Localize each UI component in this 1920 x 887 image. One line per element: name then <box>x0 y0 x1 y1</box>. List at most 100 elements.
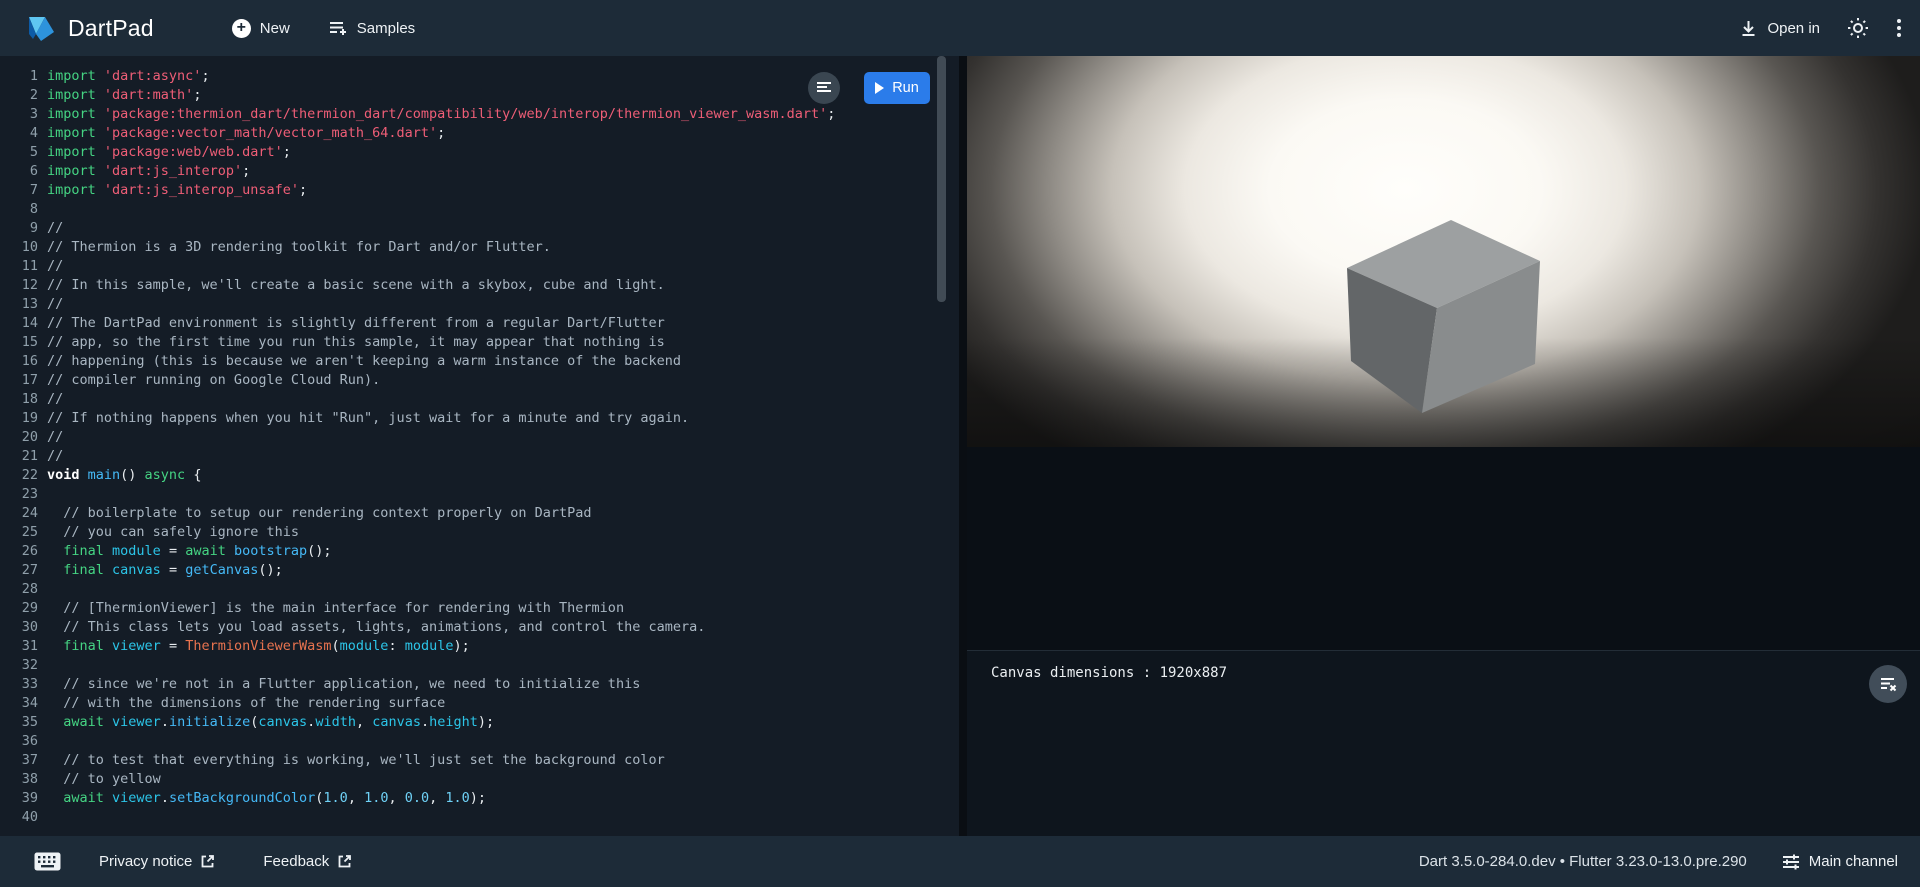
line-number: 15 <box>0 333 38 352</box>
code-editor-panel[interactable]: 1import 'dart:async';2import 'dart:math'… <box>0 56 959 836</box>
code-line-content <box>38 200 47 219</box>
line-number: 4 <box>0 124 38 143</box>
code-line: 28 <box>0 580 959 599</box>
code-line-content: // happening (this is because we aren't … <box>38 352 681 371</box>
code-line-content: // This class lets you load assets, ligh… <box>38 618 705 637</box>
code-line-content: // [ThermionViewer] is the main interfac… <box>38 599 624 618</box>
external-link-icon <box>337 854 352 869</box>
privacy-notice-label: Privacy notice <box>99 853 192 870</box>
line-number: 7 <box>0 181 38 200</box>
line-number: 5 <box>0 143 38 162</box>
code-line: 5import 'package:web/web.dart'; <box>0 143 959 162</box>
samples-button-label: Samples <box>357 20 415 37</box>
code-line-content <box>38 808 47 827</box>
code-line-content: await viewer.initialize(canvas.width, ca… <box>38 713 494 732</box>
samples-button[interactable]: Samples <box>328 18 415 38</box>
code-line: 34 // with the dimensions of the renderi… <box>0 694 959 713</box>
code-line: 15// app, so the first time you run this… <box>0 333 959 352</box>
feedback-link[interactable]: Feedback <box>263 853 352 870</box>
code-line: 38 // to yellow <box>0 770 959 789</box>
code-line-content: // since we're not in a Flutter applicat… <box>38 675 640 694</box>
line-number: 22 <box>0 466 38 485</box>
code-line-content: // In this sample, we'll create a basic … <box>38 276 665 295</box>
code-line: 4import 'package:vector_math/vector_math… <box>0 124 959 143</box>
code-line-content: // Thermion is a 3D rendering toolkit fo… <box>38 238 551 257</box>
render-canvas[interactable] <box>967 56 1920 447</box>
kebab-menu-icon <box>1896 18 1902 38</box>
code-line: 39 await viewer.setBackgroundColor(1.0, … <box>0 789 959 808</box>
line-number: 12 <box>0 276 38 295</box>
line-number: 27 <box>0 561 38 580</box>
code-line: 22void main() async { <box>0 466 959 485</box>
code-lines: 1import 'dart:async';2import 'dart:math'… <box>0 56 959 827</box>
line-number: 25 <box>0 523 38 542</box>
code-line-content: final viewer = ThermionViewerWasm(module… <box>38 637 470 656</box>
line-number: 11 <box>0 257 38 276</box>
channel-selector-button[interactable]: Main channel <box>1781 852 1898 872</box>
code-line-content: // If nothing happens when you hit "Run"… <box>38 409 689 428</box>
line-number: 24 <box>0 504 38 523</box>
console-panel: Canvas dimensions : 1920x887 <box>967 650 1920 836</box>
code-line: 13// <box>0 295 959 314</box>
panel-splitter[interactable] <box>959 56 967 836</box>
channel-label: Main channel <box>1809 853 1898 870</box>
line-number: 38 <box>0 770 38 789</box>
code-line: 31 final viewer = ThermionViewerWasm(mod… <box>0 637 959 656</box>
overflow-menu-button[interactable] <box>1896 18 1902 38</box>
line-number: 26 <box>0 542 38 561</box>
open-in-button[interactable]: Open in <box>1739 19 1820 38</box>
feedback-label: Feedback <box>263 853 329 870</box>
code-line: 9// <box>0 219 959 238</box>
line-number: 23 <box>0 485 38 504</box>
keyboard-shortcuts-button[interactable] <box>34 852 61 871</box>
line-number: 33 <box>0 675 38 694</box>
line-number: 34 <box>0 694 38 713</box>
code-line: 35 await viewer.initialize(canvas.width,… <box>0 713 959 732</box>
code-line: 40 <box>0 808 959 827</box>
code-line-content: final canvas = getCanvas(); <box>38 561 283 580</box>
code-line: 10// Thermion is a 3D rendering toolkit … <box>0 238 959 257</box>
code-line: 20// <box>0 428 959 447</box>
clear-console-button[interactable] <box>1869 665 1907 703</box>
code-line-content: // <box>38 257 63 276</box>
code-line: 23 <box>0 485 959 504</box>
code-line: 18// <box>0 390 959 409</box>
line-number: 40 <box>0 808 38 827</box>
open-in-label: Open in <box>1767 20 1820 37</box>
line-number: 19 <box>0 409 38 428</box>
code-line: 27 final canvas = getCanvas(); <box>0 561 959 580</box>
line-number: 20 <box>0 428 38 447</box>
line-number: 18 <box>0 390 38 409</box>
code-line: 30 // This class lets you load assets, l… <box>0 618 959 637</box>
line-number: 32 <box>0 656 38 675</box>
privacy-notice-link[interactable]: Privacy notice <box>99 853 215 870</box>
code-line-content: // app, so the first time you run this s… <box>38 333 665 352</box>
editor-scrollbar[interactable] <box>937 56 946 302</box>
line-number: 14 <box>0 314 38 333</box>
code-line-content: // you can safely ignore this <box>38 523 299 542</box>
code-line-content <box>38 656 47 675</box>
code-line: 32 <box>0 656 959 675</box>
format-button[interactable] <box>808 72 840 104</box>
line-number: 13 <box>0 295 38 314</box>
line-number: 21 <box>0 447 38 466</box>
line-number: 39 <box>0 789 38 808</box>
line-number: 28 <box>0 580 38 599</box>
code-line-content: // The DartPad environment is slightly d… <box>38 314 665 333</box>
line-number: 17 <box>0 371 38 390</box>
code-line-content: import 'dart:async'; <box>38 67 210 86</box>
code-line-content: // <box>38 428 63 447</box>
console-output: Canvas dimensions : 1920x887 <box>991 663 1920 683</box>
line-number: 36 <box>0 732 38 751</box>
code-line: 25 // you can safely ignore this <box>0 523 959 542</box>
new-button[interactable]: + New <box>232 19 290 38</box>
code-line: 8 <box>0 200 959 219</box>
code-line: 6import 'dart:js_interop'; <box>0 162 959 181</box>
run-button[interactable]: Run <box>864 72 930 104</box>
app-title: DartPad <box>68 15 154 42</box>
top-app-bar: DartPad + New Samples <box>0 0 1920 56</box>
code-line-content: import 'dart:js_interop'; <box>38 162 250 181</box>
line-number: 35 <box>0 713 38 732</box>
theme-toggle-button[interactable] <box>1847 17 1869 39</box>
code-line: 17// compiler running on Google Cloud Ru… <box>0 371 959 390</box>
